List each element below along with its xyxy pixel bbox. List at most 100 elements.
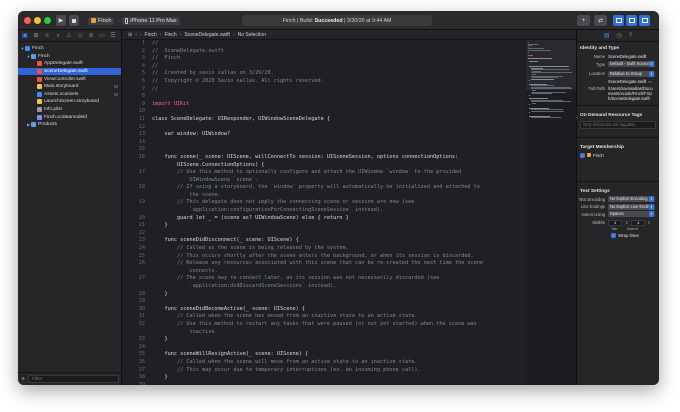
tree-item-label: Finch <box>32 46 44 52</box>
tree-item[interactable]: SceneDelegate.swift <box>18 67 121 76</box>
minimap-line <box>529 61 539 63</box>
line-number: 26 <box>138 260 145 267</box>
code-text: class SceneDelegate: UIResponder, UIWind… <box>152 115 331 122</box>
symbol-icon[interactable]: ≡ <box>44 33 50 39</box>
line-number: 23 <box>138 237 145 244</box>
stepper-icon[interactable]: ⇕ <box>647 220 650 225</box>
folder-icon <box>31 53 36 59</box>
location-popup[interactable]: Relative to Group ⇕ <box>608 70 655 77</box>
identity-section-title: Identity and Type <box>580 46 620 51</box>
toggle-navigator-button[interactable] <box>613 15 624 26</box>
line-number: 10 <box>138 108 145 115</box>
toggle-debug-area-button[interactable] <box>626 15 637 26</box>
tab-width-field[interactable]: 4 <box>608 219 622 226</box>
tree-item-label: SceneDelegate.swift <box>44 69 88 75</box>
line-number: 15 <box>138 146 145 153</box>
history-icon[interactable]: ◷ <box>617 32 622 39</box>
tree-item[interactable]: ▼ Finch <box>18 53 121 61</box>
close-window-button[interactable] <box>24 17 31 24</box>
ondemand-section-title: On Demand Resource Tags <box>580 112 643 118</box>
code-line: 27 // The scene may re-connect later, as… <box>122 275 522 283</box>
library-button[interactable]: + <box>577 15 590 26</box>
code-text: // The scene may re-connect later, as it… <box>152 275 440 282</box>
assets-icon <box>37 91 42 97</box>
scheme-selector[interactable]: Finch › iPhone 11 Pro Max <box>88 15 180 26</box>
tree-item[interactable]: Finch.xcdatamodeld <box>18 113 121 121</box>
run-button[interactable]: ▶ <box>56 15 66 26</box>
play-icon: ▶ <box>58 18 64 24</box>
jump-crumb-file[interactable]: SceneDelegate.swift <box>184 32 230 38</box>
line-endings-popup[interactable]: No Explicit Line Endings ⇕ <box>608 203 655 210</box>
tree-item[interactable]: LaunchScreen.storyboard <box>18 98 121 106</box>
debug-icon[interactable]: ⊘ <box>88 33 94 39</box>
find-icon[interactable]: ⌕ <box>55 33 61 39</box>
tree-item[interactable]: ▼ Finch <box>18 45 121 53</box>
minimize-window-button[interactable] <box>34 17 41 24</box>
tags-input[interactable]: Only resources are taggable <box>580 120 656 129</box>
file-inspector-icon[interactable]: ▤ <box>604 32 610 39</box>
code-review-button[interactable]: ⇄ <box>594 15 607 26</box>
encoding-label: Text Encoding <box>578 196 605 202</box>
indent-popup[interactable]: Spaces ⇕ <box>608 211 655 218</box>
source-control-icon[interactable]: ⊠ <box>33 33 39 39</box>
device-chip[interactable]: iPhone 11 Pro Max <box>122 16 180 25</box>
code-text: // Use this method to restart any tasks … <box>152 320 477 327</box>
jump-crumb-project[interactable]: Finch <box>145 32 157 38</box>
chevron-right-icon: › <box>117 17 120 24</box>
divider <box>577 104 659 106</box>
tree-item[interactable]: Assets.xcassets M <box>18 91 121 99</box>
scheme-chip[interactable]: Finch <box>88 16 115 25</box>
type-popup[interactable]: Default - Swift Source ⇕ <box>608 61 655 68</box>
tree-item[interactable]: Info.plist <box>18 106 121 114</box>
code-text: func sceneDidDisconnect(_ scene: UIScene… <box>152 237 299 244</box>
line-number <box>122 192 152 200</box>
chevron-updown-icon: ⇕ <box>649 61 654 68</box>
encoding-popup[interactable]: No Explicit Encoding ⇕ <box>608 196 655 203</box>
back-icon[interactable]: ‹ <box>135 32 137 38</box>
code-text: // This occurs shortly after the scene e… <box>152 252 474 259</box>
report-icon[interactable]: ☰ <box>110 33 116 39</box>
code-line: 5 // Created by savio sallas on 3/29/20. <box>122 70 522 78</box>
folder-icon[interactable]: ▭ <box>648 79 652 84</box>
tree-item[interactable]: Main.storyboard M <box>18 83 121 91</box>
stepper-icon[interactable]: ⇕ <box>625 220 628 225</box>
code-text: // <box>152 85 159 92</box>
issue-icon[interactable]: ⚠ <box>66 33 72 39</box>
jump-crumb-selection[interactable]: No Selection <box>238 32 266 38</box>
navigator-filter-input[interactable]: Filter <box>28 375 119 383</box>
code-line: 21 } <box>122 222 522 230</box>
code-text: // SceneDelegate.swift <box>152 47 224 54</box>
stop-button[interactable] <box>69 15 79 26</box>
related-items-icon[interactable]: ⊞ <box>128 32 132 38</box>
minimap[interactable] <box>526 40 576 385</box>
name-row: Name SceneDelegate.swift <box>577 53 659 61</box>
code-line: 17 // Use this method to optionally conf… <box>122 169 522 177</box>
tree-item[interactable]: ViewController.swift <box>18 75 121 83</box>
line-number <box>122 329 152 337</box>
breakpoint-icon[interactable]: ▭ <box>99 33 105 39</box>
folder-icon[interactable]: ▣ <box>22 33 28 39</box>
source-editor: ⊞ ‹ › Finch › Finch › SceneDelegate.swif… <box>122 30 576 385</box>
code-line: 28 } <box>122 291 522 299</box>
tree-item[interactable]: ▶ Products <box>18 121 121 129</box>
code-area[interactable]: 1 // 2 // SceneDelegate.swift 3 // Finch 4 // 5 /… <box>122 40 522 385</box>
swift-icon <box>37 69 42 75</box>
jump-crumb-group[interactable]: Finch <box>164 32 176 38</box>
type-label: Type <box>595 61 605 67</box>
code-text: // This may occur due to temporary inter… <box>152 366 421 373</box>
name-field[interactable]: SceneDelegate.swift <box>608 54 646 59</box>
test-icon[interactable]: ◇ <box>77 33 83 39</box>
add-file-icon[interactable]: + <box>21 376 25 383</box>
zoom-window-button[interactable] <box>44 17 51 24</box>
activity-status: Finch | Build: Succeeded | 3/30/20 at 9:… <box>242 15 432 26</box>
indent-width-field[interactable]: 4 <box>631 219 646 226</box>
storyboard-icon <box>37 84 42 90</box>
tree-item[interactable]: AppDelegate.swift <box>18 60 121 68</box>
forward-icon[interactable]: › <box>140 32 142 38</box>
toggle-inspector-button[interactable] <box>639 15 650 26</box>
wrap-lines-checkbox[interactable]: ✓ Wrap lines <box>577 232 659 239</box>
quick-help-icon[interactable]: ? <box>629 33 632 39</box>
membership-target-checkbox[interactable]: ✓ Finch <box>577 152 659 159</box>
code-line: 24 // Called as the scene is being relea… <box>122 245 522 253</box>
checkmark-icon: ✓ <box>580 152 585 158</box>
